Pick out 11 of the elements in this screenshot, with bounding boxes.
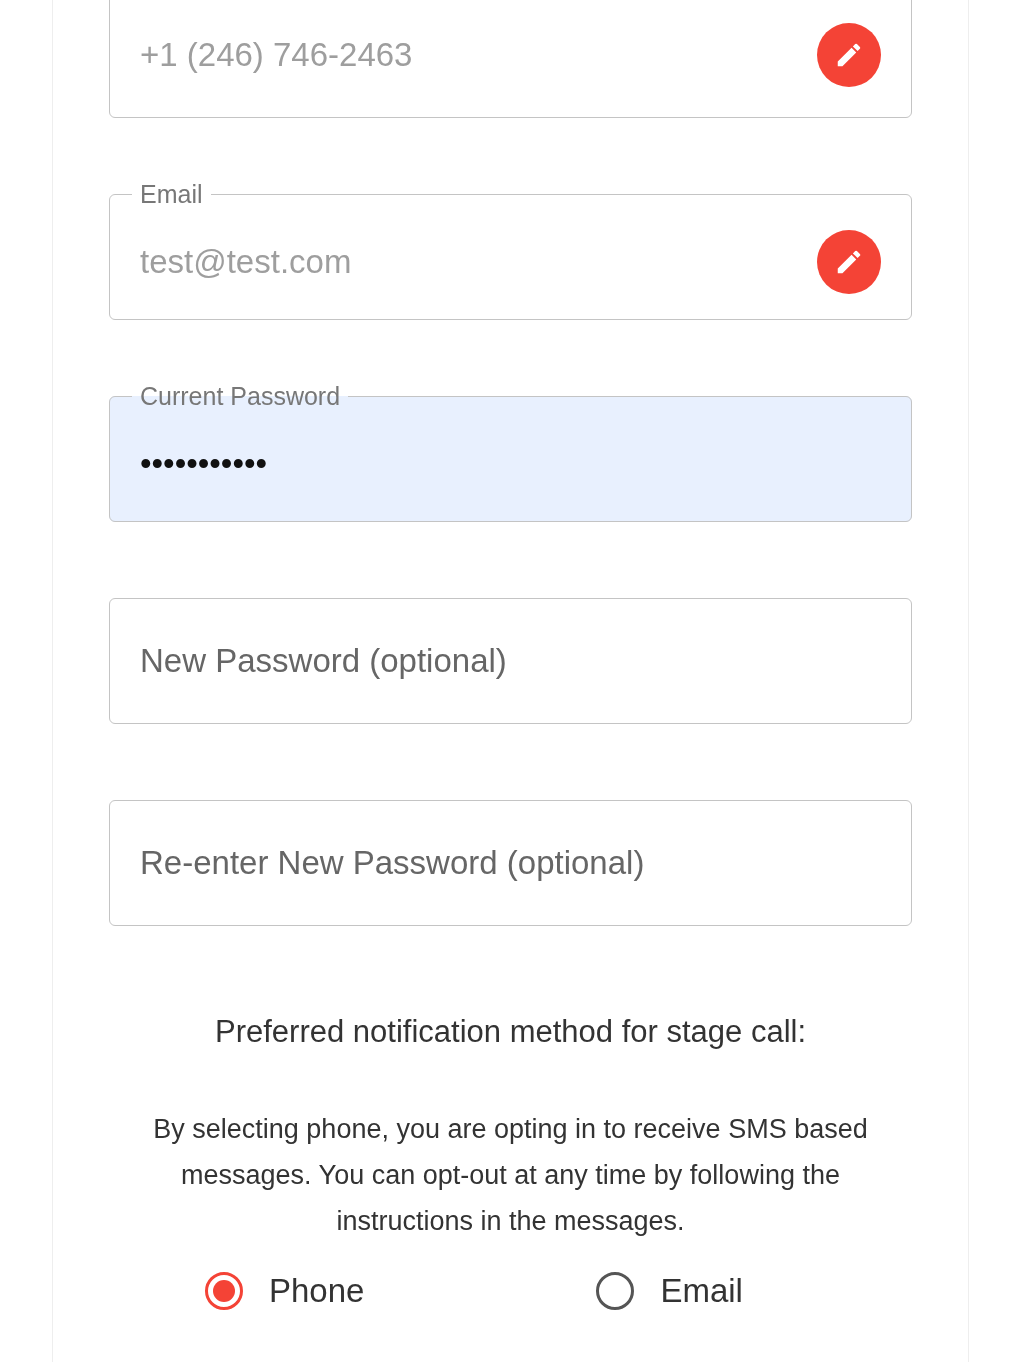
radio-option[interactable]: Email — [596, 1272, 743, 1310]
field-label: Current Password — [139, 383, 342, 409]
sms-consent-text: By selecting phone, you are opting in to receive SMS based messages. You can opt-out at any time by following the instructions in the messages. — [152, 1113, 869, 1238]
input-field[interactable]: New Password (optional) — [109, 598, 912, 724]
radio-option[interactable]: Phone — [205, 1272, 365, 1310]
radio-button[interactable] — [205, 1272, 243, 1310]
field-label: Email — [139, 181, 204, 207]
input-field[interactable]: Re-enter New Password (optional) — [109, 800, 912, 926]
text-field[interactable]: Current Password ••••••••••• — [109, 383, 912, 522]
radio-button[interactable] — [596, 1272, 635, 1310]
section-heading: Preferred notification method for stage call: — [214, 1014, 807, 1050]
